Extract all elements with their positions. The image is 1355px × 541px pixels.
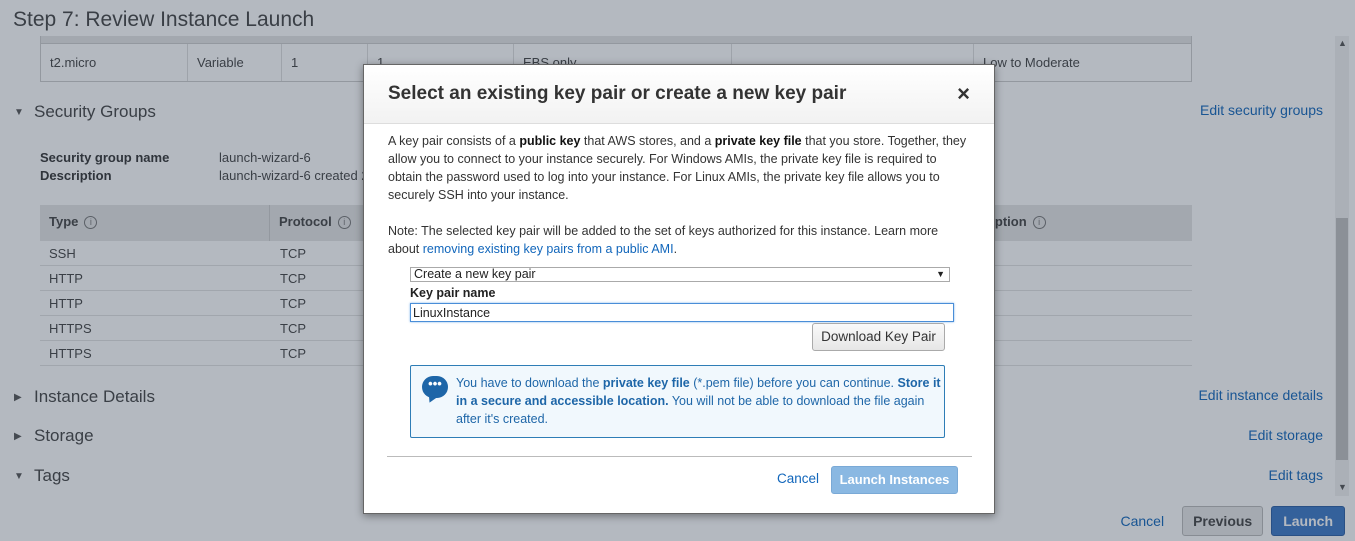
dialog-title: Select an existing key pair or create a … <box>388 83 847 104</box>
key-pair-note: Note: The selected key pair will be adde… <box>388 224 939 256</box>
dialog-header: Select an existing key pair or create a … <box>364 65 994 124</box>
key-pair-name-label: Key pair name <box>410 286 496 300</box>
speech-bubble-icon: ••• <box>422 376 448 398</box>
download-key-pair-button[interactable]: Download Key Pair <box>812 323 945 351</box>
dropdown-arrow-icon: ▼ <box>936 269 945 279</box>
alert-text: You have to download the private key fil… <box>456 376 941 426</box>
dialog-cancel-link[interactable]: Cancel <box>777 471 819 486</box>
key-pair-dialog: Select an existing key pair or create a … <box>363 64 995 514</box>
close-icon[interactable]: × <box>957 81 970 107</box>
key-pair-explanation: A key pair consists of a public key that… <box>388 134 967 202</box>
launch-instances-button[interactable]: Launch Instances <box>831 466 958 494</box>
key-pair-option-select[interactable]: Create a new key pair ▼ <box>410 267 950 282</box>
dialog-body: A key pair consists of a public key that… <box>388 132 972 276</box>
download-info-alert: ••• You have to download the private key… <box>410 365 945 438</box>
key-pair-name-input[interactable] <box>410 303 954 322</box>
remove-key-pairs-link[interactable]: removing existing key pairs from a publi… <box>423 242 674 256</box>
divider <box>387 456 972 457</box>
